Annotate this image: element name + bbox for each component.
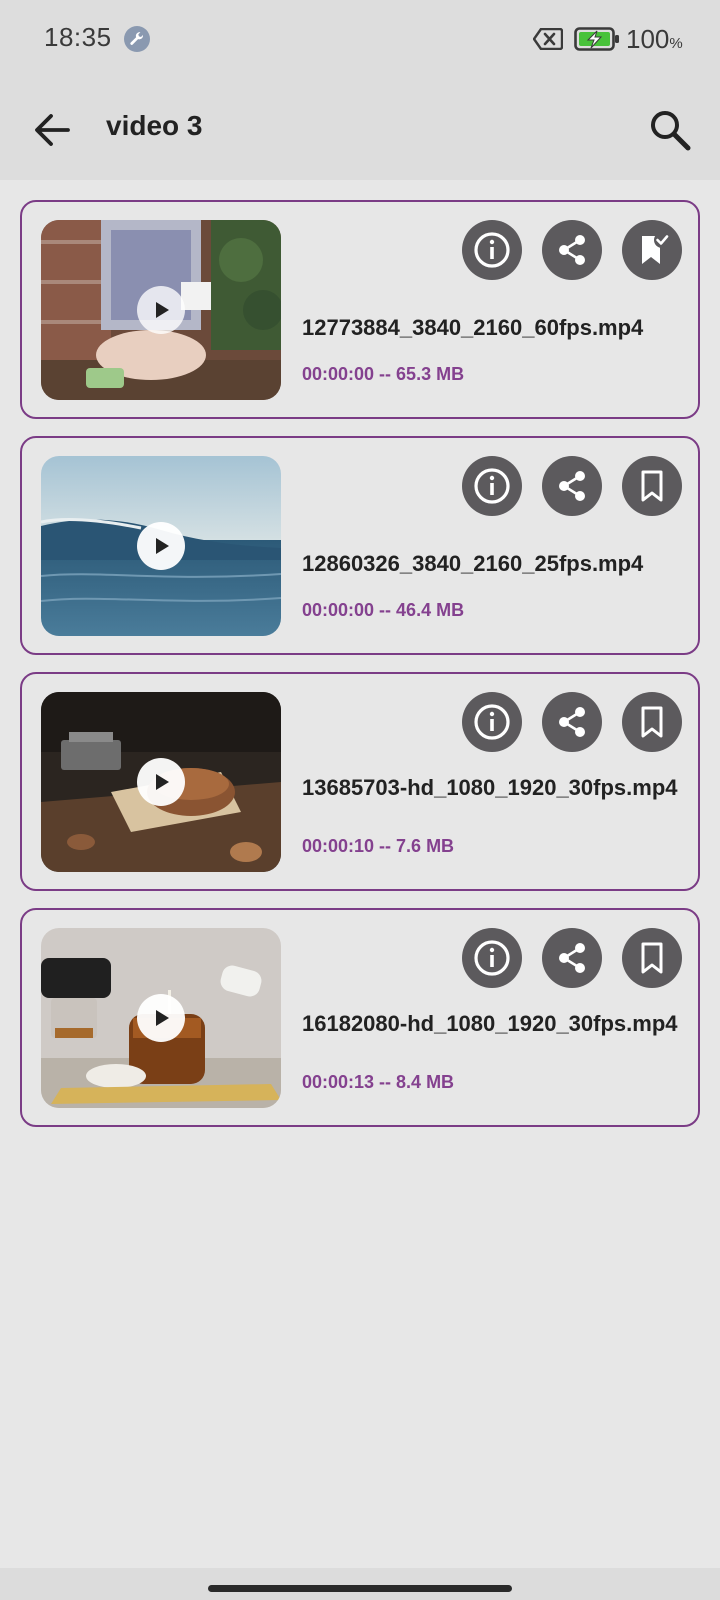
app-bar: video 3 <box>0 80 720 180</box>
status-time: 18:35 <box>44 22 112 52</box>
arrow-back-icon <box>35 114 70 146</box>
bookmark-button[interactable] <box>622 220 682 280</box>
play-icon <box>156 302 169 318</box>
battery-level-value: 100 <box>626 24 670 54</box>
video-list: 12773884_3840_2160_60fps.mp4 00:00:00 --… <box>20 200 700 1144</box>
video-thumbnail[interactable] <box>41 928 281 1108</box>
video-meta: 00:00:10 -- 7.6 MB <box>302 836 455 856</box>
play-button[interactable] <box>137 994 185 1042</box>
video-file-name: 16182080-hd_1080_1920_30fps.mp4 <box>302 1011 678 1036</box>
bookmark-button[interactable] <box>622 692 682 752</box>
gesture-handle[interactable] <box>208 1585 512 1592</box>
back-button[interactable] <box>20 98 84 162</box>
bookmark-icon <box>641 470 663 502</box>
play-button[interactable] <box>137 758 185 806</box>
sim-off-icon <box>532 27 564 51</box>
bookmark-icon <box>641 706 663 738</box>
bookmark-button[interactable] <box>622 456 682 516</box>
info-icon <box>474 940 510 976</box>
bookmark-checked-icon <box>642 232 670 264</box>
share-button[interactable] <box>542 220 602 280</box>
play-icon <box>156 538 169 554</box>
video-meta: 00:00:00 -- 65.3 MB <box>302 364 465 384</box>
navigation-bar <box>0 1568 720 1600</box>
video-thumbnail[interactable] <box>41 220 281 400</box>
share-button[interactable] <box>542 456 602 516</box>
search-button[interactable] <box>638 98 702 162</box>
share-button[interactable] <box>542 692 602 752</box>
share-icon <box>559 707 585 737</box>
card-actions <box>462 928 682 990</box>
status-bar: 18:35 100% <box>0 0 720 80</box>
page-title: video 3 <box>106 110 203 141</box>
share-icon <box>559 943 585 973</box>
video-thumbnail[interactable] <box>41 692 281 872</box>
video-file-name: 12773884_3840_2160_60fps.mp4 <box>302 315 644 340</box>
play-button[interactable] <box>137 286 185 334</box>
play-button[interactable] <box>137 522 185 570</box>
video-thumbnail[interactable] <box>41 456 281 636</box>
info-icon <box>474 468 510 504</box>
share-icon <box>559 235 585 265</box>
share-button[interactable] <box>542 928 602 988</box>
battery-level: 100% <box>626 24 683 55</box>
wrench-icon <box>124 26 150 52</box>
card-actions <box>462 220 682 282</box>
card-actions <box>462 692 682 754</box>
bookmark-button[interactable] <box>622 928 682 988</box>
info-button[interactable] <box>462 692 522 752</box>
info-icon <box>474 232 510 268</box>
card-actions <box>462 456 682 518</box>
battery-level-unit: % <box>669 35 683 52</box>
info-button[interactable] <box>462 220 522 280</box>
video-meta: 00:00:13 -- 8.4 MB <box>302 1072 455 1092</box>
video-meta: 00:00:00 -- 46.4 MB <box>302 600 465 620</box>
bookmark-icon <box>641 942 663 974</box>
info-icon <box>474 704 510 740</box>
video-file-name: 12860326_3840_2160_25fps.mp4 <box>302 551 644 576</box>
share-icon <box>559 471 585 501</box>
info-button[interactable] <box>462 456 522 516</box>
search-icon <box>651 111 691 151</box>
video-card[interactable]: 12860326_3840_2160_25fps.mp4 00:00:00 --… <box>20 436 700 655</box>
video-file-name: 13685703-hd_1080_1920_30fps.mp4 <box>302 775 678 800</box>
battery-charging-icon <box>574 27 620 51</box>
video-card[interactable]: 12773884_3840_2160_60fps.mp4 00:00:00 --… <box>20 200 700 419</box>
info-button[interactable] <box>462 928 522 988</box>
video-card[interactable]: 13685703-hd_1080_1920_30fps.mp4 00:00:10… <box>20 672 700 891</box>
video-list-screen: 18:35 100% video 3 12773884_3840_2160_60… <box>0 0 720 1600</box>
play-icon <box>156 1010 169 1026</box>
video-card[interactable]: 16182080-hd_1080_1920_30fps.mp4 00:00:13… <box>20 908 700 1127</box>
play-icon <box>156 774 169 790</box>
